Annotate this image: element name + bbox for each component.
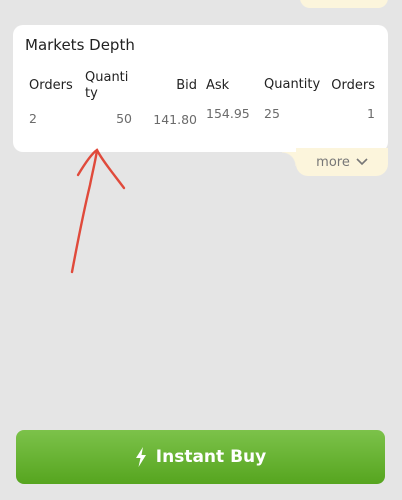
more-button[interactable]: more xyxy=(282,148,388,176)
cell-ask: 154.95 xyxy=(206,106,250,121)
market-depth-card: Markets Depth Orders Quantity Bid Ask Qu… xyxy=(13,25,388,152)
cell-quantity-right: 25 xyxy=(264,106,280,121)
cell-orders-left: 2 xyxy=(29,111,37,126)
annotation-arrow xyxy=(70,148,126,274)
cell-bid: 141.80 xyxy=(153,112,197,127)
header-bid: Bid xyxy=(176,78,197,93)
header-orders-left: Orders xyxy=(29,78,73,93)
top-tab-edge xyxy=(300,0,388,8)
chevron-down-icon xyxy=(356,158,368,166)
card-title: Markets Depth xyxy=(25,36,135,54)
header-orders-right: Orders xyxy=(331,78,375,93)
instant-buy-label: Instant Buy xyxy=(155,447,267,467)
cell-quantity-left: 50 xyxy=(116,111,132,126)
header-quantity-right: Quantity xyxy=(264,77,321,92)
header-quantity-left: Quantity xyxy=(85,70,129,101)
instant-buy-button[interactable]: Instant Buy xyxy=(16,430,385,484)
more-label: more xyxy=(316,154,350,170)
lightning-bolt-icon xyxy=(135,447,146,467)
header-ask: Ask xyxy=(206,78,230,93)
cell-orders-right: 1 xyxy=(367,106,375,121)
